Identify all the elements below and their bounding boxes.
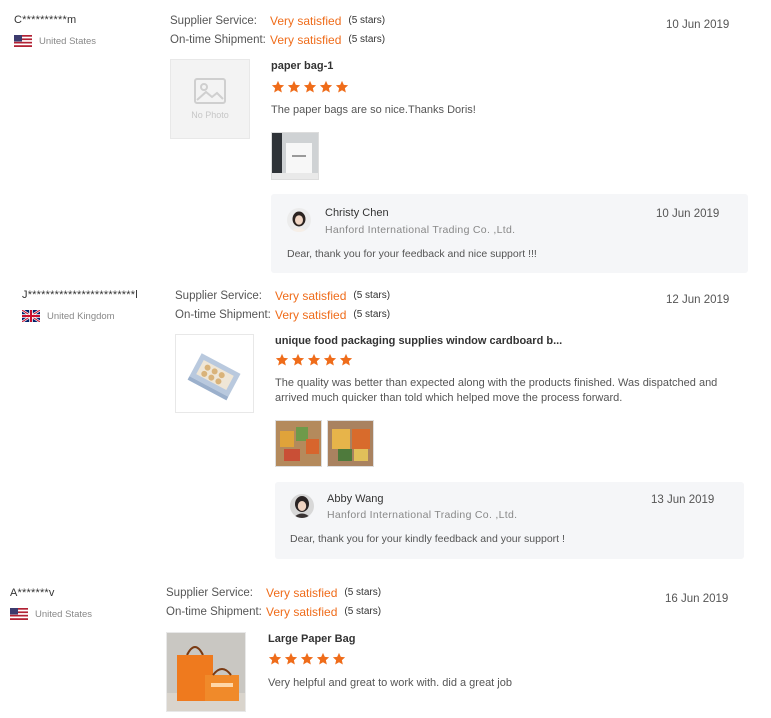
product-thumbnail[interactable]: [175, 334, 254, 413]
buyer-name: A*******v: [10, 587, 55, 599]
star-icon: [307, 353, 321, 366]
rating-stars: [271, 80, 349, 94]
supplier-service-value: Very satisfied: [266, 585, 338, 600]
country-name: United States: [35, 608, 93, 620]
reply-date: 10 Jun 2019: [656, 208, 720, 220]
review-item: C**********m United States Supplier Serv…: [0, 0, 771, 280]
avatar-image: [290, 494, 314, 518]
on-time-shipment-stars: (5 stars): [348, 34, 386, 45]
on-time-shipment-stars: (5 stars): [344, 606, 382, 617]
supplier-service-value: Very satisfied: [270, 13, 342, 28]
star-icon: [335, 80, 349, 93]
on-time-shipment-label: On-time Shipment:: [175, 308, 271, 321]
ratings-block: Supplier Service: Very satisfied (5 star…: [170, 11, 385, 49]
review-photo[interactable]: [271, 132, 319, 180]
review-photo[interactable]: [327, 420, 374, 467]
reply-date: 13 Jun 2019: [651, 494, 715, 506]
supplier-reply: Christy Chen Hanford International Tradi…: [271, 194, 748, 273]
buyer-country: United States: [10, 608, 92, 620]
product-title-link[interactable]: Large Paper Bag: [268, 633, 355, 645]
star-icon: [275, 353, 289, 366]
reply-company: Hanford International Trading Co. ,Ltd.: [325, 224, 516, 236]
review-text: The quality was better than expected alo…: [275, 376, 717, 406]
us-flag-icon: [10, 608, 28, 620]
star-icon: [284, 652, 298, 665]
supplier-avatar: [287, 208, 311, 232]
review-text-line: arrived much quicker than told which hel…: [275, 392, 623, 404]
star-icon: [287, 80, 301, 93]
supplier-service-stars: (5 stars): [353, 290, 391, 301]
avatar-image: [287, 208, 311, 232]
star-icon: [268, 652, 282, 665]
on-time-shipment-stars: (5 stars): [353, 309, 391, 320]
on-time-shipment-label: On-time Shipment:: [166, 605, 262, 618]
us-flag-icon: [14, 35, 32, 47]
buyer-country: United States: [14, 35, 96, 47]
buyer-country: United Kingdom: [22, 310, 115, 322]
window-cardboard-box-image: [176, 335, 253, 412]
rating-stars: [275, 353, 353, 367]
star-icon: [319, 80, 333, 93]
image-placeholder-icon: [194, 78, 226, 104]
review-item: A*******v United States Supplier Service…: [0, 578, 771, 718]
ratings-block: Supplier Service: Very satisfied (5 star…: [166, 583, 381, 621]
supplier-service-label: Supplier Service:: [166, 586, 253, 599]
review-date: 16 Jun 2019: [665, 593, 729, 605]
star-icon: [339, 353, 353, 366]
star-icon: [332, 652, 346, 665]
product-thumbnail[interactable]: [166, 632, 246, 712]
review-text: The paper bags are so nice.Thanks Doris!: [271, 104, 476, 116]
ratings-block: Supplier Service: Very satisfied (5 star…: [175, 286, 390, 324]
review-text: Very helpful and great to work with. did…: [268, 677, 512, 689]
supplier-reply: Abby Wang Hanford International Trading …: [275, 482, 744, 559]
reply-author-name: Abby Wang: [327, 493, 384, 505]
supplier-service-value: Very satisfied: [275, 288, 347, 303]
country-name: United Kingdom: [47, 310, 115, 322]
buyer-name: C**********m: [14, 14, 77, 26]
review-date: 12 Jun 2019: [666, 294, 730, 306]
buyer-name: J************************l: [22, 289, 138, 301]
review-date: 10 Jun 2019: [666, 19, 730, 31]
reply-text: Dear, thank you for your feedback and ni…: [287, 248, 537, 260]
on-time-shipment-value: Very satisfied: [275, 307, 347, 322]
supplier-service-label: Supplier Service:: [175, 289, 262, 302]
reply-author-name: Christy Chen: [325, 207, 389, 219]
supplier-service-stars: (5 stars): [344, 587, 382, 598]
orange-paper-bag-image: [167, 633, 245, 711]
supplier-service-stars: (5 stars): [348, 15, 386, 26]
star-icon: [271, 80, 285, 93]
reply-text: Dear, thank you for your kindly feedback…: [290, 533, 565, 545]
uk-flag-icon: [22, 310, 40, 322]
star-icon: [291, 353, 305, 366]
product-title-link[interactable]: paper bag-1: [271, 60, 333, 72]
product-thumbnail[interactable]: No Photo: [170, 59, 250, 139]
supplier-service-label: Supplier Service:: [170, 14, 257, 27]
country-name: United States: [39, 35, 97, 47]
star-icon: [323, 353, 337, 366]
star-icon: [303, 80, 317, 93]
on-time-shipment-label: On-time Shipment:: [170, 33, 266, 46]
star-icon: [316, 652, 330, 665]
no-photo-placeholder: No Photo: [171, 60, 249, 138]
review-text-line: The quality was better than expected alo…: [275, 377, 718, 389]
rating-stars: [268, 652, 346, 666]
on-time-shipment-value: Very satisfied: [266, 604, 338, 619]
review-photo[interactable]: [275, 420, 322, 467]
star-icon: [300, 652, 314, 665]
white-paper-bag-image: [272, 133, 318, 179]
review-item: J************************l United Kingdo…: [0, 280, 771, 570]
product-title-link[interactable]: unique food packaging supplies window ca…: [275, 335, 562, 347]
supplier-avatar: [290, 494, 314, 518]
reply-company: Hanford International Trading Co. ,Ltd.: [327, 509, 518, 521]
packaging-photo-image: [328, 421, 373, 466]
packaging-photo-image: [276, 421, 321, 466]
on-time-shipment-value: Very satisfied: [270, 32, 342, 47]
no-photo-text: No Photo: [191, 110, 229, 120]
